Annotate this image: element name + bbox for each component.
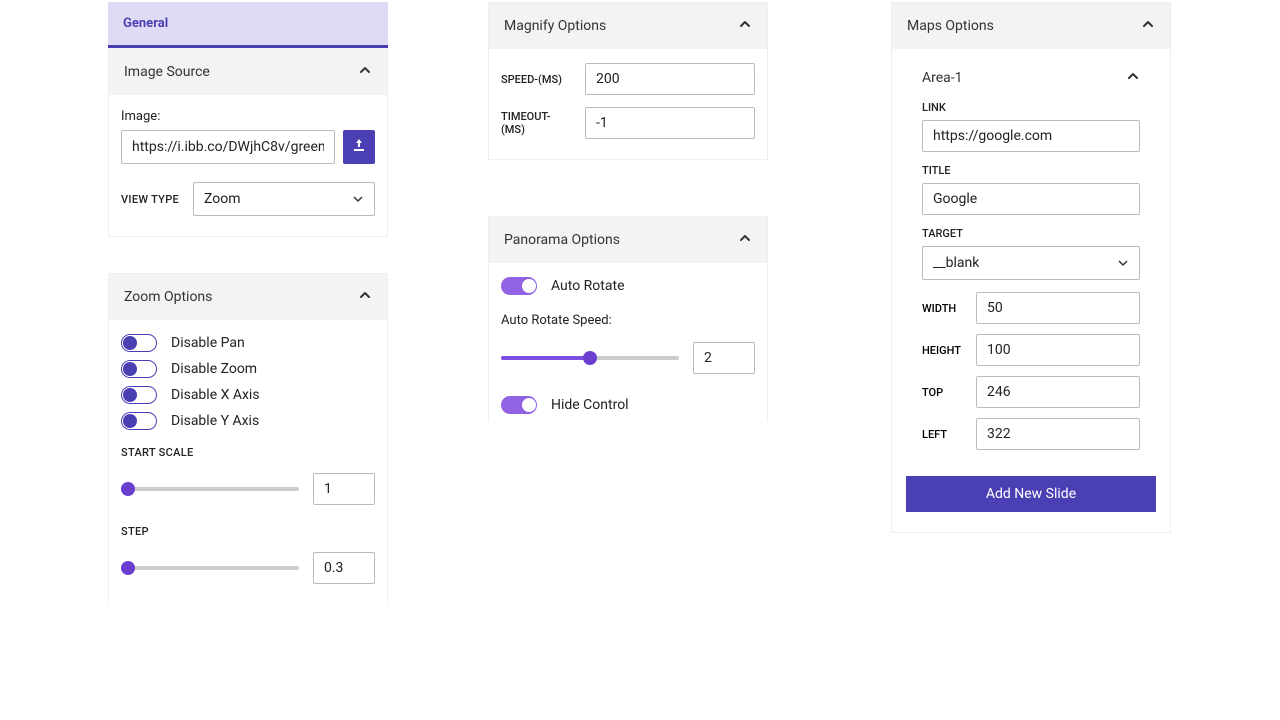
title-input[interactable]: [922, 183, 1140, 215]
target-select[interactable]: __blank: [922, 246, 1140, 280]
toggle-label: Disable Zoom: [171, 361, 257, 377]
panel-title: Panorama Options: [504, 232, 620, 248]
panel-title: Maps Options: [907, 18, 994, 34]
area-header[interactable]: Area-1: [892, 59, 1170, 97]
toggle-disable-pan[interactable]: [121, 334, 157, 352]
toggle-label: Disable X Axis: [171, 387, 260, 403]
start-scale-input[interactable]: [313, 473, 375, 505]
chevron-up-icon: [1141, 17, 1155, 35]
panel-header-magnify[interactable]: Magnify Options: [489, 3, 767, 49]
image-label: Image:: [121, 109, 375, 124]
panel-title: Zoom Options: [124, 289, 212, 305]
panel-title: Image Source: [124, 64, 210, 80]
title-label: TITLE: [922, 164, 1140, 177]
toggle-disable-zoom[interactable]: [121, 360, 157, 378]
step-slider[interactable]: [121, 566, 299, 570]
toggle-label: Auto Rotate: [551, 278, 625, 294]
speed-input[interactable]: [585, 63, 755, 95]
panel-title: Magnify Options: [504, 18, 606, 34]
panel-magnify-options: Magnify Options SPEED-(MS) TIMEOUT-(MS): [488, 2, 768, 160]
height-input[interactable]: [976, 334, 1140, 366]
view-type-label: VIEW TYPE: [121, 193, 185, 206]
width-label: WIDTH: [922, 302, 966, 315]
panel-header-zoom[interactable]: Zoom Options: [109, 274, 387, 320]
toggle-auto-rotate[interactable]: [501, 277, 537, 295]
panel-header-panorama[interactable]: Panorama Options: [489, 217, 767, 263]
target-label: TARGET: [922, 227, 1140, 240]
toggle-hide-control[interactable]: [501, 396, 537, 414]
auto-rotate-speed-label: Auto Rotate Speed:: [501, 313, 755, 328]
panel-panorama-options: Panorama Options Auto Rotate Auto Rotate…: [488, 216, 768, 422]
width-input[interactable]: [976, 292, 1140, 324]
chevron-up-icon: [358, 63, 372, 81]
start-scale-slider[interactable]: [121, 487, 299, 491]
toggle-label: Disable Y Axis: [171, 413, 259, 429]
upload-icon: [351, 137, 367, 157]
start-scale-label: START SCALE: [121, 446, 375, 459]
speed-label: SPEED-(MS): [501, 73, 573, 86]
add-new-slide-button[interactable]: Add New Slide: [906, 476, 1156, 512]
toggle-label: Hide Control: [551, 397, 629, 413]
toggle-disable-y[interactable]: [121, 412, 157, 430]
panel-header-maps[interactable]: Maps Options: [892, 3, 1170, 49]
auto-rotate-slider[interactable]: [501, 356, 679, 360]
view-type-select[interactable]: Zoom: [193, 182, 375, 216]
panel-zoom-options: Zoom Options Disable Pan Disable Zoom Di…: [108, 273, 388, 602]
toggle-disable-x[interactable]: [121, 386, 157, 404]
tab-general[interactable]: General: [108, 2, 388, 48]
timeout-input[interactable]: [585, 107, 755, 139]
step-input[interactable]: [313, 552, 375, 584]
timeout-label: TIMEOUT-(MS): [501, 110, 573, 136]
chevron-up-icon: [1126, 69, 1140, 87]
toggle-label: Disable Pan: [171, 335, 245, 351]
panel-image-source: Image Source Image: VIEW TYPE Zoom: [108, 48, 388, 237]
height-label: HEIGHT: [922, 344, 966, 357]
step-label: STEP: [121, 525, 375, 538]
panel-maps-options: Maps Options Area-1 LINK TITLE TARGET: [891, 2, 1171, 533]
upload-button[interactable]: [343, 130, 375, 164]
chevron-up-icon: [738, 17, 752, 35]
image-url-input[interactable]: [121, 130, 335, 164]
auto-rotate-input[interactable]: [693, 342, 755, 374]
link-label: LINK: [922, 101, 1140, 114]
left-label: LEFT: [922, 428, 966, 441]
area-title: Area-1: [922, 70, 963, 86]
top-input[interactable]: [976, 376, 1140, 408]
chevron-up-icon: [358, 288, 372, 306]
top-label: TOP: [922, 386, 966, 399]
link-input[interactable]: [922, 120, 1140, 152]
chevron-up-icon: [738, 231, 752, 249]
panel-header-image-source[interactable]: Image Source: [109, 49, 387, 95]
left-input[interactable]: [976, 418, 1140, 450]
